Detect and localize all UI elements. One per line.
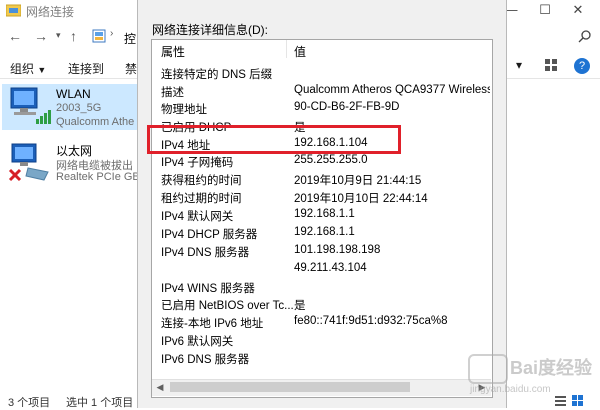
detail-row-name: 描述 bbox=[161, 87, 184, 99]
detail-row-name: IPv4 DNS 服务器 bbox=[161, 247, 250, 259]
forward-arrow-icon[interactable]: → bbox=[34, 28, 48, 44]
control-panel-icon bbox=[92, 29, 106, 43]
breadcrumb-chevron-icon: › bbox=[110, 28, 114, 39]
scrollbar-thumb[interactable] bbox=[170, 382, 410, 392]
detail-row-name: IPv6 默认网关 bbox=[161, 336, 234, 348]
ethernet-adapter-icon bbox=[8, 143, 49, 182]
organize-dropdown-icon: ▼ bbox=[37, 65, 47, 75]
detail-row-name: 租约过期的时间 bbox=[161, 193, 242, 205]
detail-row-value: 49.211.43.104 bbox=[294, 262, 367, 274]
detail-row-name: 已启用 NetBIOS over Tc... bbox=[161, 300, 294, 312]
details-label: 网络连接详细信息(D): bbox=[152, 23, 268, 37]
detail-row-name: 连接-本地 IPv6 地址 bbox=[161, 318, 264, 330]
detail-row-name: IPv4 默认网关 bbox=[161, 211, 234, 223]
scroll-left-icon[interactable]: ◀ bbox=[152, 379, 168, 395]
search-icon[interactable] bbox=[578, 29, 592, 43]
detail-row-value: 192.168.1.1 bbox=[294, 226, 355, 238]
column-header-property[interactable]: 属性 bbox=[161, 43, 185, 60]
wireless-adapter-icon bbox=[10, 87, 51, 124]
detail-row-name: IPv4 WINS 服务器 bbox=[161, 283, 255, 295]
detail-row-value: Qualcomm Atheros QCA9377 Wireless N bbox=[294, 84, 490, 96]
wlan-name: WLAN bbox=[56, 87, 91, 101]
back-arrow-icon[interactable]: ← bbox=[8, 28, 22, 44]
organize-label: 组织 bbox=[10, 62, 35, 76]
detail-row-name: IPv6 DNS 服务器 bbox=[161, 354, 250, 366]
ipv4-highlight-box bbox=[147, 125, 401, 154]
detail-row-name: IPv4 DHCP 服务器 bbox=[161, 229, 258, 241]
address-text: 控 bbox=[124, 32, 137, 46]
detail-row-value: 2019年10月10日 22:44:14 bbox=[294, 193, 428, 205]
connect-to-button[interactable]: 连接到 bbox=[68, 60, 104, 77]
close-window-button[interactable]: ✕ bbox=[555, 0, 600, 22]
ethernet-adapter: Realtek PCIe GB bbox=[56, 171, 140, 183]
watermark-url: jingyan.baidu.com bbox=[470, 384, 551, 395]
watermark-brand: Bai度经验 bbox=[510, 358, 593, 378]
up-arrow-icon[interactable]: ↑ bbox=[70, 28, 77, 44]
detail-row-name: 获得租约的时间 bbox=[161, 175, 242, 187]
detail-row-value: 255.255.255.0 bbox=[294, 154, 368, 166]
detail-row-value: 90-CD-B6-2F-FB-9D bbox=[294, 101, 400, 113]
details-view-icon[interactable] bbox=[555, 395, 566, 406]
column-divider[interactable] bbox=[286, 40, 287, 58]
column-header-value[interactable]: 值 bbox=[294, 43, 306, 60]
detail-row-name: 物理地址 bbox=[161, 104, 207, 116]
recent-dropdown-icon[interactable]: ▾ bbox=[56, 30, 61, 41]
network-connections-icon bbox=[6, 4, 21, 17]
help-icon[interactable]: ? bbox=[574, 58, 590, 74]
disable-button[interactable]: 禁 bbox=[125, 60, 137, 77]
change-view-icon[interactable] bbox=[544, 58, 558, 72]
organize-menu[interactable]: 组织 ▼ bbox=[10, 60, 46, 77]
tiles-view-icon[interactable] bbox=[572, 395, 583, 406]
more-options-icon[interactable]: ▾ bbox=[516, 58, 522, 72]
detail-row-value: 101.198.198.198 bbox=[294, 244, 381, 256]
detail-row-value: 是 bbox=[294, 300, 306, 312]
wlan-ssid: 2003_5G bbox=[56, 102, 102, 114]
watermark-logo-icon bbox=[468, 354, 508, 384]
detail-row-value: fe80::741f:9d51:d932:75ca%8 bbox=[294, 315, 448, 327]
network-item-ethernet[interactable]: 以太网 网络电缆被拔出 Realtek PCIe GB bbox=[2, 140, 142, 186]
detail-row-name: 连接特定的 DNS 后缀 bbox=[161, 69, 273, 81]
window-title: 网络连接 bbox=[26, 5, 75, 19]
network-item-wlan[interactable]: WLAN 2003_5G Qualcomm Athe bbox=[2, 84, 142, 130]
wlan-adapter: Qualcomm Athe bbox=[56, 116, 135, 128]
detail-row-value: 192.168.1.1 bbox=[294, 208, 355, 220]
detail-row-name: IPv4 子网掩码 bbox=[161, 157, 234, 169]
detail-row-value: 2019年10月9日 21:44:15 bbox=[294, 175, 422, 187]
